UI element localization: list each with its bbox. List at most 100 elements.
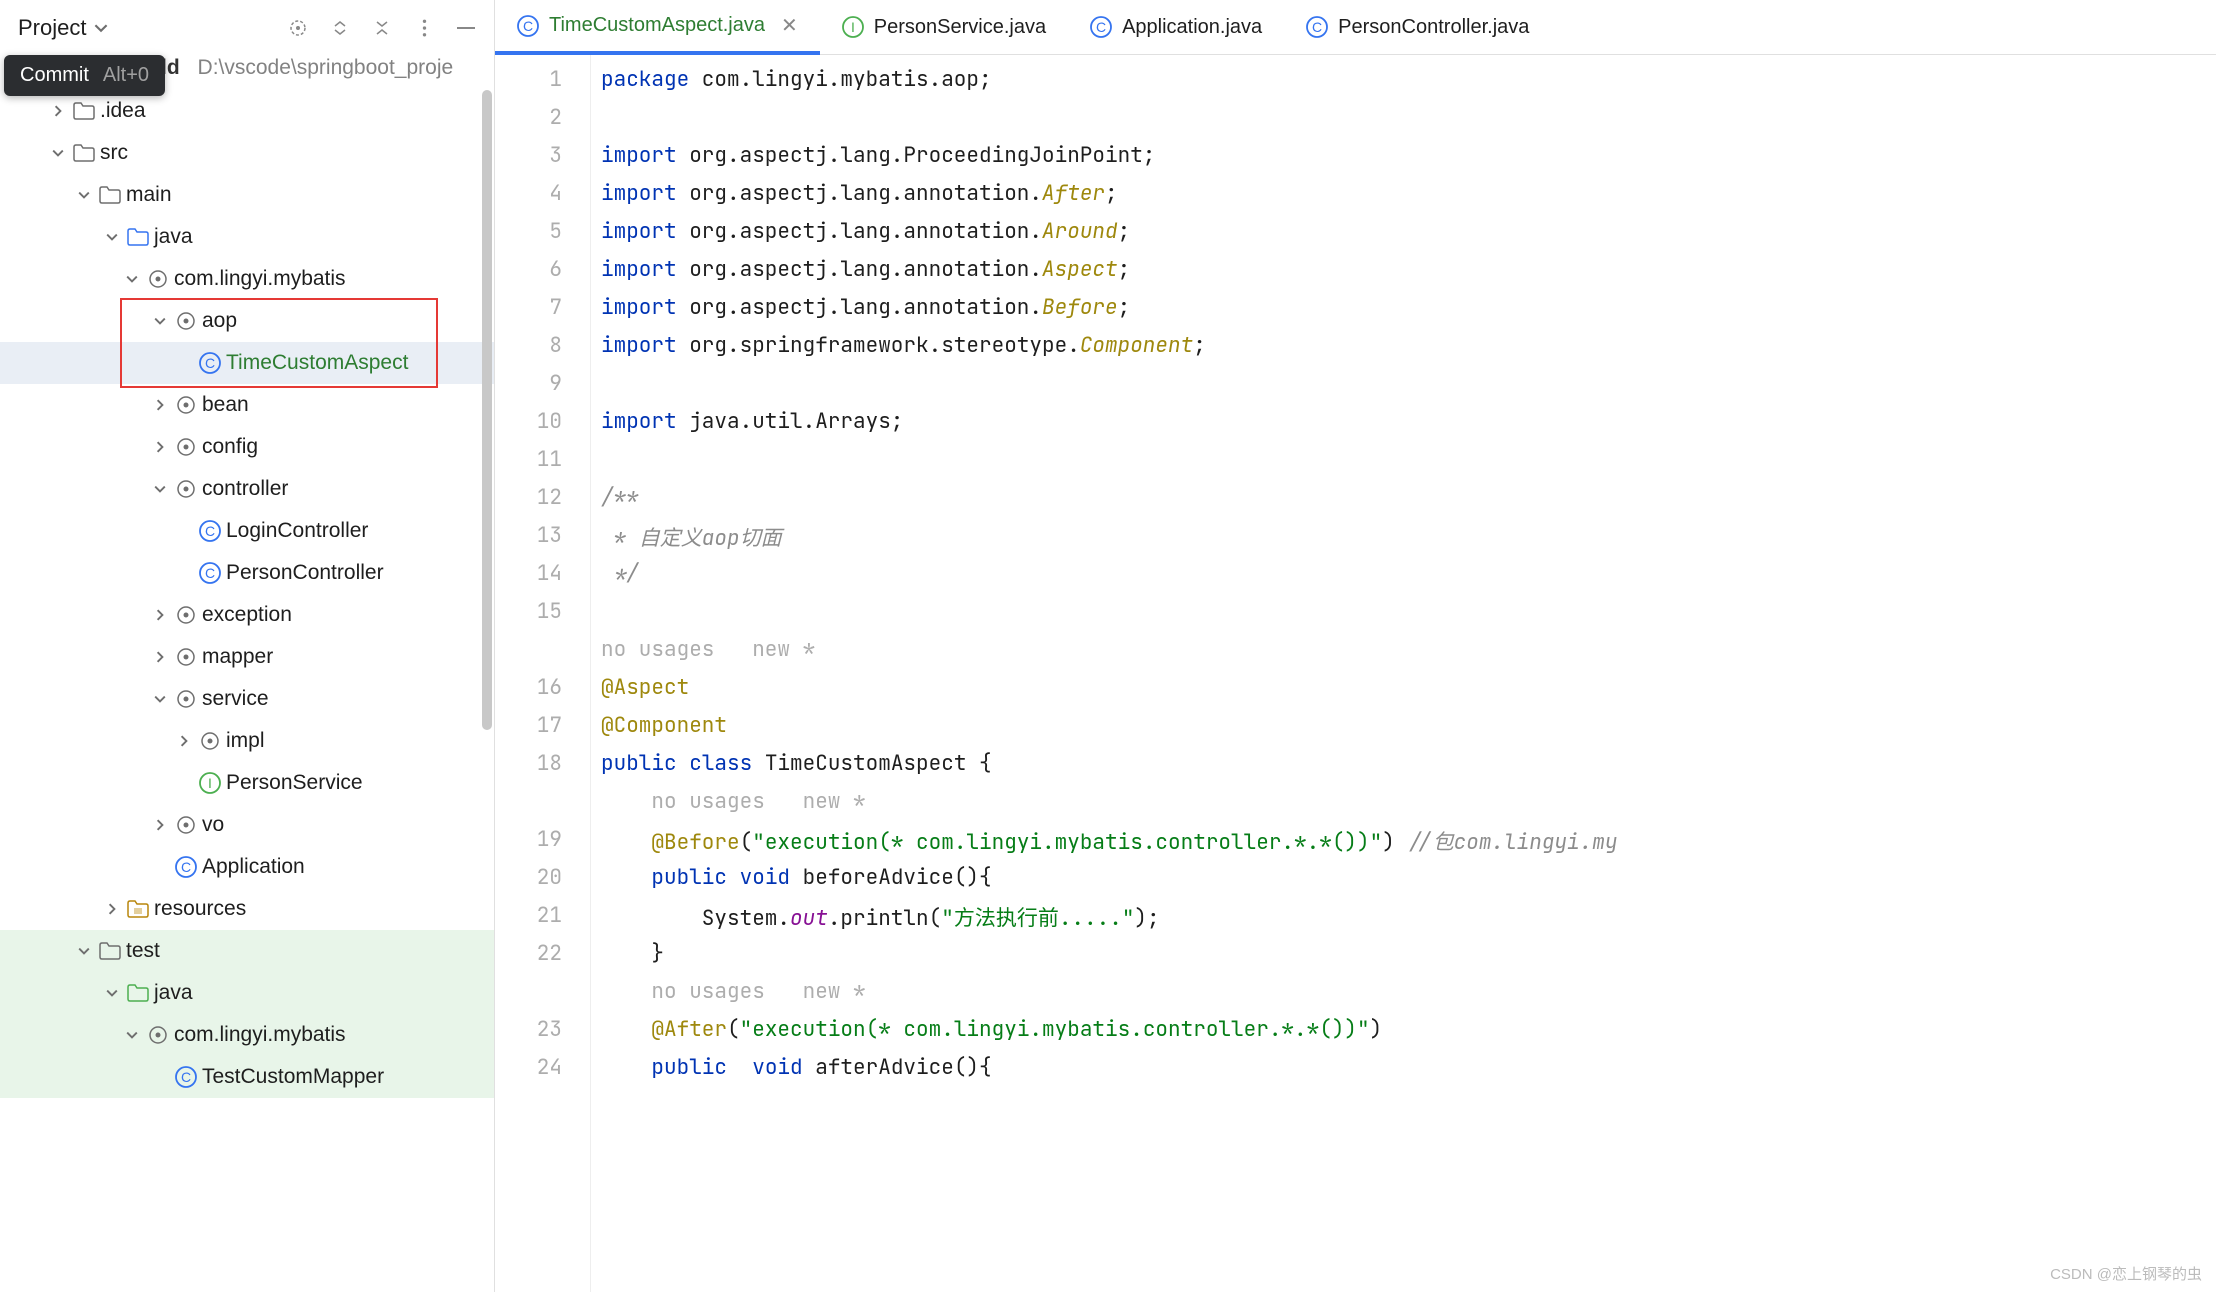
line-number[interactable]: 2 (495, 104, 590, 142)
locate-icon[interactable] (288, 18, 308, 38)
tree-arrow-icon[interactable] (46, 147, 70, 159)
line-number[interactable]: 22 (495, 940, 590, 978)
code-line[interactable]: import java.util.Arrays; (601, 408, 2216, 446)
tree-item-logincontroller[interactable]: CLoginController (0, 510, 494, 552)
more-icon[interactable] (414, 18, 434, 38)
tree-item-bean[interactable]: bean (0, 384, 494, 426)
tree-scrollbar[interactable] (480, 90, 494, 1292)
tree-item-controller[interactable]: controller (0, 468, 494, 510)
tree-item-main[interactable]: main (0, 174, 494, 216)
tree-item-mapper[interactable]: mapper (0, 636, 494, 678)
line-number[interactable]: 10 (495, 408, 590, 446)
line-number[interactable]: 16 (495, 674, 590, 712)
tree-arrow-icon[interactable] (148, 483, 172, 495)
collapse-all-icon[interactable] (372, 18, 392, 38)
line-number[interactable]: 7 (495, 294, 590, 332)
tree-item-impl[interactable]: impl (0, 720, 494, 762)
tree-arrow-icon[interactable] (148, 693, 172, 705)
tree-arrow-icon[interactable] (72, 945, 96, 957)
line-number[interactable]: 3 (495, 142, 590, 180)
code-line[interactable]: */ (601, 560, 2216, 598)
tree-item-timecustomaspect[interactable]: CTimeCustomAspect (0, 342, 494, 384)
tree-item-aop[interactable]: aop (0, 300, 494, 342)
tree-arrow-icon[interactable] (120, 273, 144, 285)
line-number[interactable]: 23 (495, 1016, 590, 1054)
tree-item-exception[interactable]: exception (0, 594, 494, 636)
tree-item-resources[interactable]: resources (0, 888, 494, 930)
code-line[interactable]: * 自定义aop切面 (601, 522, 2216, 560)
line-number[interactable]: 17 (495, 712, 590, 750)
code-line[interactable] (601, 598, 2216, 636)
code-line[interactable]: System.out.println("方法执行前....."); (601, 902, 2216, 940)
line-number[interactable]: 15 (495, 598, 590, 636)
code-line[interactable]: @After("execution(* com.lingyi.mybatis.c… (601, 1016, 2216, 1054)
code-line[interactable]: public void beforeAdvice(){ (601, 864, 2216, 902)
code-line[interactable]: import org.aspectj.lang.annotation.After… (601, 180, 2216, 218)
code-editor[interactable]: 123456789101112131415161718192021222324 … (495, 55, 2216, 1292)
tree-arrow-icon[interactable] (46, 105, 70, 117)
tree-arrow-icon[interactable] (172, 735, 196, 747)
tree-arrow-icon[interactable] (148, 399, 172, 411)
code-line[interactable]: import org.aspectj.lang.annotation.Aroun… (601, 218, 2216, 256)
expand-all-icon[interactable] (330, 18, 350, 38)
tree-item-testcustommapper[interactable]: CTestCustomMapper (0, 1056, 494, 1098)
line-number[interactable]: 1 (495, 66, 590, 104)
line-number[interactable]: 5 (495, 218, 590, 256)
tab-application[interactable]: CApplication.java (1068, 0, 1284, 54)
tab-personservice[interactable]: IPersonService.java (820, 0, 1068, 54)
tree-item-java[interactable]: java (0, 972, 494, 1014)
code-line[interactable] (601, 370, 2216, 408)
tree-arrow-icon[interactable] (148, 819, 172, 831)
line-number[interactable]: 14 (495, 560, 590, 598)
tree-item-config[interactable]: config (0, 426, 494, 468)
usage-hint[interactable]: no usages new * (601, 978, 2216, 1016)
code-content[interactable]: package com.lingyi.mybatis.aop;import or… (590, 55, 2216, 1292)
tree-arrow-icon[interactable] (72, 189, 96, 201)
project-tree[interactable]: .ideasrcmainjavacom.lingyi.mybatisaopCTi… (0, 90, 494, 1292)
tree-arrow-icon[interactable] (120, 1029, 144, 1041)
code-line[interactable]: /** (601, 484, 2216, 522)
tree-item-personcontroller[interactable]: CPersonController (0, 552, 494, 594)
tree-arrow-icon[interactable] (100, 231, 124, 243)
code-line[interactable]: import org.aspectj.lang.annotation.Aspec… (601, 256, 2216, 294)
tree-arrow-icon[interactable] (148, 441, 172, 453)
line-number[interactable]: 21 (495, 902, 590, 940)
code-line[interactable]: public class TimeCustomAspect { (601, 750, 2216, 788)
tree-item-personservice[interactable]: IPersonService (0, 762, 494, 804)
line-number[interactable]: 20 (495, 864, 590, 902)
line-number[interactable]: 4 (495, 180, 590, 218)
line-number[interactable]: 12 (495, 484, 590, 522)
code-line[interactable]: import org.aspectj.lang.ProceedingJoinPo… (601, 142, 2216, 180)
tree-item-test[interactable]: test (0, 930, 494, 972)
code-line[interactable] (601, 104, 2216, 142)
line-number[interactable]: 8 (495, 332, 590, 370)
project-title[interactable]: Project (18, 15, 86, 41)
code-line[interactable] (601, 446, 2216, 484)
code-line[interactable]: @Component (601, 712, 2216, 750)
line-number[interactable]: 9 (495, 370, 590, 408)
line-number[interactable]: 19 (495, 826, 590, 864)
tree-arrow-icon[interactable] (148, 609, 172, 621)
code-line[interactable]: public void afterAdvice(){ (601, 1054, 2216, 1092)
minimize-icon[interactable] (456, 18, 476, 38)
line-number[interactable]: 11 (495, 446, 590, 484)
tree-arrow-icon[interactable] (100, 987, 124, 999)
close-icon[interactable]: ✕ (781, 13, 798, 38)
tree-item-vo[interactable]: vo (0, 804, 494, 846)
tree-item-java[interactable]: java (0, 216, 494, 258)
tree-item-com-lingyi-mybatis[interactable]: com.lingyi.mybatis (0, 1014, 494, 1056)
code-line[interactable]: import org.aspectj.lang.annotation.Befor… (601, 294, 2216, 332)
usage-hint[interactable]: no usages new * (601, 636, 2216, 674)
chevron-down-icon[interactable] (94, 21, 108, 35)
code-line[interactable]: @Before("execution(* com.lingyi.mybatis.… (601, 826, 2216, 864)
line-number[interactable]: 18 (495, 750, 590, 788)
tree-item--idea[interactable]: .idea (0, 90, 494, 132)
line-number[interactable]: 6 (495, 256, 590, 294)
usage-hint[interactable]: no usages new * (601, 788, 2216, 826)
line-number[interactable]: 24 (495, 1054, 590, 1092)
line-number[interactable]: 13 (495, 522, 590, 560)
tab-personcontroller[interactable]: CPersonController.java (1284, 0, 1551, 54)
tab-timecustomaspect[interactable]: CTimeCustomAspect.java✕ (495, 1, 820, 55)
code-line[interactable]: import org.springframework.stereotype.Co… (601, 332, 2216, 370)
tree-arrow-icon[interactable] (100, 903, 124, 915)
